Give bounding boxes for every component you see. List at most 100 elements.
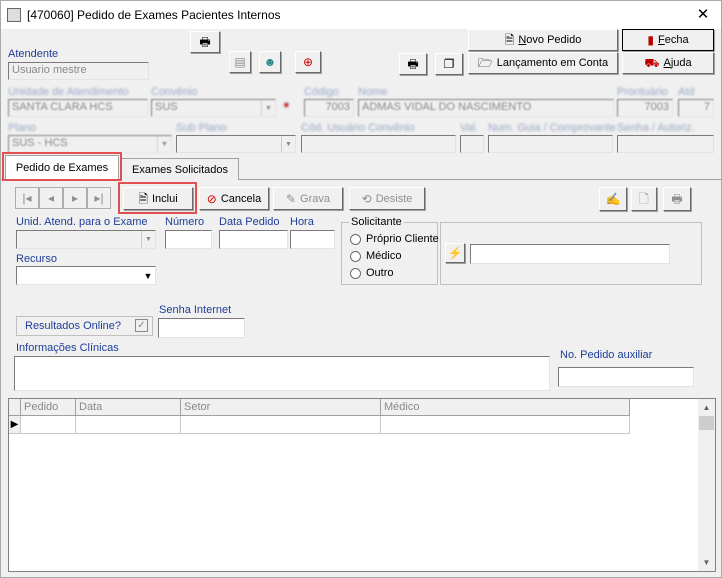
first-icon: |◂: [22, 191, 32, 205]
table-cell[interactable]: [181, 416, 381, 434]
desiste-label: Desiste: [375, 192, 413, 205]
unidade-field: SANTA CLARA HCS: [8, 99, 148, 117]
grava-button[interactable]: ✎ Grava: [273, 187, 343, 210]
prontuario-field: 7003: [617, 99, 673, 117]
grid-indicator-header: [9, 399, 21, 416]
senha-autoriz-label: Senha / Autoriz.: [617, 122, 695, 134]
radio-button-icon: [350, 233, 361, 245]
desiste-button[interactable]: ⟲ Desiste: [349, 187, 425, 210]
document-button[interactable]: 🗋: [631, 187, 657, 211]
solicitante-input[interactable]: [470, 244, 670, 264]
previous-icon: ◂: [47, 191, 55, 205]
no-pedido-aux-label: No. Pedido auxiliar: [560, 349, 653, 361]
senha-autoriz-field: [617, 135, 714, 153]
patient-search-button[interactable]: ☻: [259, 51, 281, 73]
radio-proprio-cliente[interactable]: Próprio Cliente: [350, 233, 439, 245]
unid-label: Unid. Atend. para o Exame: [16, 216, 148, 228]
printer-icon: 🖶: [671, 192, 683, 206]
info-clinicas-textarea[interactable]: [14, 356, 550, 391]
num-guia-label: Num. Guia / Comprovante: [488, 122, 616, 134]
atd-label: Atd: [678, 86, 695, 98]
zoom-button[interactable]: ⊕: [295, 51, 321, 73]
num-guia-field: [488, 135, 613, 153]
next-record-button[interactable]: ▸: [63, 187, 87, 209]
hora-input[interactable]: [290, 230, 335, 249]
grid-header-pedido[interactable]: Pedido: [21, 399, 76, 416]
codigo-field: 7003: [304, 99, 354, 117]
document-icon: 🗋: [639, 192, 649, 206]
recurso-label: Recurso: [16, 253, 57, 265]
ajuda-button[interactable]: ⛟ Ajuda: [622, 52, 714, 74]
recurso-select[interactable]: ▼: [16, 266, 156, 285]
subplano-field: ▼: [176, 135, 296, 153]
radio-outro-label: Outro: [366, 267, 394, 279]
novo-pedido-label: Novo Pedido: [518, 34, 582, 46]
hora-label: Hora: [290, 216, 314, 228]
unid-select[interactable]: ▼: [16, 230, 156, 249]
table-cell[interactable]: [381, 416, 630, 434]
prontuario-label: Prontuário: [617, 86, 668, 98]
chevron-down-icon: ▼: [141, 267, 155, 284]
subplano-label: Sub Plano: [176, 122, 227, 134]
tab-exames-solicitados[interactable]: Exames Solicitados: [121, 158, 239, 180]
row-indicator-icon: ▶: [9, 416, 21, 434]
atd-field: 7: [678, 99, 714, 117]
print-button-top[interactable]: 🖶: [190, 31, 220, 53]
radio-outro[interactable]: Outro: [350, 267, 394, 279]
first-record-button[interactable]: |◂: [15, 187, 39, 209]
lancamento-label: Lançamento em Conta: [496, 57, 609, 69]
new-document-icon: 🗎: [504, 33, 515, 47]
print-button[interactable]: 🖶: [399, 53, 427, 75]
title-bar: [470060] Pedido de Exames Pacientes Inte…: [1, 1, 721, 29]
no-pedido-aux-input[interactable]: [558, 367, 694, 387]
convenio-label: Convênio: [151, 86, 198, 98]
scroll-down-icon[interactable]: ▼: [698, 554, 715, 571]
grid-header-medico[interactable]: Médico: [381, 399, 630, 416]
cancela-button[interactable]: ⊘ Cancela: [199, 187, 269, 210]
exit-door-icon: ▮: [647, 33, 654, 47]
grid-header-setor[interactable]: Setor: [181, 399, 381, 416]
convenio-field: SUS ▼: [151, 99, 276, 117]
undo-icon: ⟲: [361, 191, 372, 206]
table-cell[interactable]: [76, 416, 181, 434]
radio-medico[interactable]: Médico: [350, 250, 401, 262]
close-icon[interactable]: ✕: [693, 5, 713, 23]
lancamento-button[interactable]: 🗁 Lançamento em Conta: [468, 52, 618, 74]
document-export-icon: ▤: [234, 55, 246, 69]
search-solicitante-button[interactable]: ⚡: [445, 243, 465, 263]
senha-internet-input[interactable]: [158, 318, 245, 338]
radio-button-icon: [350, 267, 361, 279]
export-button[interactable]: ▤: [229, 51, 251, 73]
alert-icon: ●: [283, 99, 290, 111]
data-pedido-input[interactable]: [219, 230, 288, 249]
codigo-label: Código: [304, 86, 339, 98]
resultados-online-label: Resultados Online?: [25, 320, 122, 332]
scroll-up-icon[interactable]: ▲: [698, 399, 715, 416]
window-title: [470060] Pedido de Exames Pacientes Inte…: [27, 8, 281, 22]
cod-usuario-field: [301, 135, 456, 153]
plano-label: Plano: [8, 122, 37, 134]
grava-label: Grava: [300, 192, 331, 205]
edit-icon: ✍: [605, 192, 621, 206]
fecha-button[interactable]: ▮ Fecha: [622, 29, 714, 51]
printer-icon: 🖶: [407, 57, 419, 71]
data-pedido-label: Data Pedido: [219, 216, 280, 228]
last-record-button[interactable]: ▸|: [87, 187, 111, 209]
print-disabled-button[interactable]: 🖶: [663, 187, 691, 211]
table-cell[interactable]: [21, 416, 76, 434]
radio-button-icon: [350, 250, 361, 262]
resultados-online-checkbox[interactable]: ✓: [135, 319, 148, 332]
prev-record-button[interactable]: ◂: [39, 187, 63, 209]
val-field: [460, 135, 484, 153]
grid-vertical-scrollbar[interactable]: ▲ ▼: [698, 399, 715, 571]
radio-proprio-label: Próprio Cliente: [366, 233, 439, 245]
cod-usuario-label: Cód. Usuário Convênio: [301, 122, 415, 134]
chevron-down-icon: ▼: [261, 100, 275, 116]
scroll-thumb[interactable]: [699, 416, 714, 430]
edit-button[interactable]: ✍: [599, 187, 627, 211]
numero-input[interactable]: [165, 230, 212, 249]
exames-grid[interactable]: Pedido Data Setor Médico ▶ ▲ ▼: [8, 398, 716, 572]
copy-button[interactable]: ❐: [435, 53, 463, 75]
grid-header-data[interactable]: Data: [76, 399, 181, 416]
novo-pedido-button[interactable]: 🗎 Novo Pedido: [468, 29, 618, 51]
